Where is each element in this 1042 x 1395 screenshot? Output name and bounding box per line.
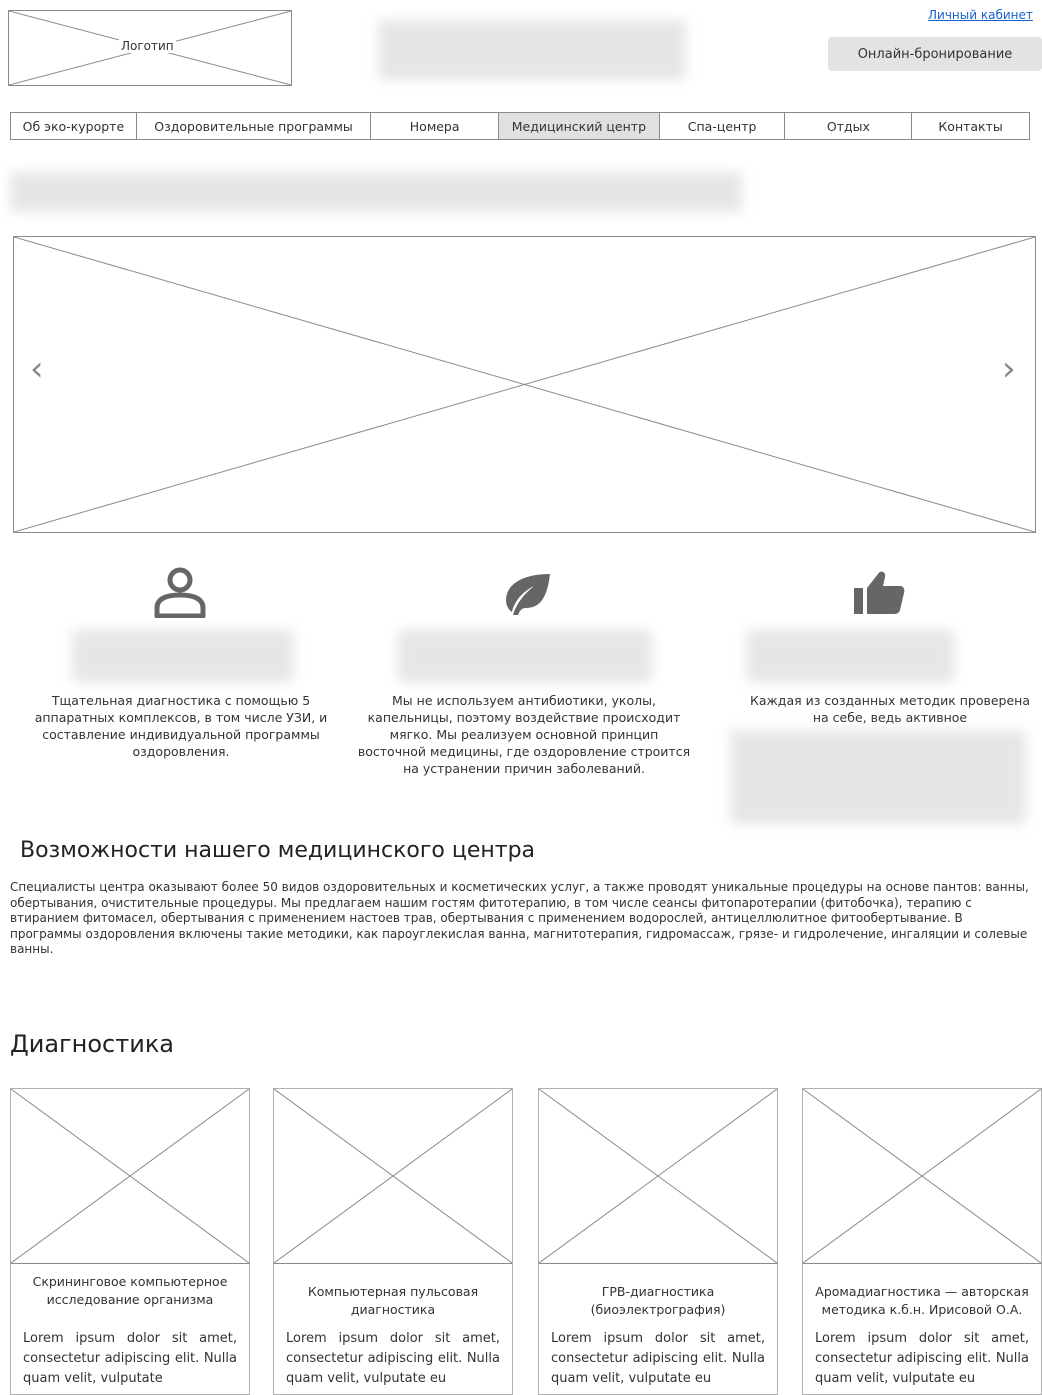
card-title: Компьютерная пульсовая диагностика bbox=[307, 1284, 479, 1317]
feature-text-soft-treatment: Мы не используем антибиотики, уколы, кап… bbox=[357, 693, 691, 776]
leaf-icon bbox=[506, 574, 550, 615]
feature-text-tested-methods: Каждая из созданных методик проверена на… bbox=[750, 693, 1030, 725]
nav-item-leisure[interactable]: Отдых bbox=[785, 113, 913, 139]
feature-title-blurred-1 bbox=[72, 630, 294, 682]
diagnostic-card[interactable]: Скрининговое компьютерное исследование о… bbox=[10, 1088, 250, 1395]
image-placeholder-icon bbox=[274, 1089, 512, 1263]
image-placeholder-icon bbox=[539, 1089, 777, 1263]
nav-item-spa[interactable]: Спа-центр bbox=[660, 113, 786, 139]
card-image-placeholder bbox=[803, 1089, 1041, 1264]
hero-slider: ‹ › bbox=[13, 236, 1036, 533]
card-title: Аромадиагностика — авторская методика к.… bbox=[815, 1284, 1029, 1317]
nav-item-label: Спа-центр bbox=[687, 118, 757, 134]
logo-placeholder[interactable]: Логотип bbox=[8, 10, 292, 86]
nav-item-label: Медицинский центр bbox=[511, 118, 647, 134]
nav-item-label: Номера bbox=[409, 118, 460, 134]
diagnostic-card[interactable]: ГРВ-диагностика (биоэлектрография) Lorem… bbox=[538, 1088, 778, 1395]
slider-prev-arrow[interactable]: ‹ bbox=[30, 352, 44, 386]
feature-title-blurred-3 bbox=[746, 630, 954, 682]
card-title: Скрининговое компьютерное исследование о… bbox=[32, 1274, 228, 1307]
nav-item-programs[interactable]: Оздоровительные программы bbox=[137, 113, 372, 139]
image-placeholder-icon bbox=[803, 1089, 1041, 1263]
feature-text-blurred-3 bbox=[730, 730, 1026, 824]
card-body: Lorem ipsum dolor sit amet, consectetur … bbox=[551, 1331, 765, 1386]
nav-item-contacts[interactable]: Контакты bbox=[912, 113, 1029, 139]
user-icon bbox=[154, 567, 206, 618]
nav-item-label: Оздоровительные программы bbox=[154, 118, 353, 134]
account-link[interactable]: Личный кабинет bbox=[928, 8, 1033, 22]
card-body: Lorem ipsum dolor sit amet, consectetur … bbox=[815, 1331, 1029, 1386]
capabilities-title: Возможности нашего медицинского центра bbox=[20, 838, 536, 863]
image-placeholder-icon bbox=[14, 237, 1035, 532]
slider-next-arrow[interactable]: › bbox=[1002, 352, 1016, 386]
main-navigation: Об эко-курорте Оздоровительные программы… bbox=[10, 112, 1030, 140]
card-body: Lorem ipsum dolor sit amet, consectetur … bbox=[286, 1331, 500, 1386]
diagnostic-card[interactable]: Компьютерная пульсовая диагностика Lorem… bbox=[273, 1088, 513, 1395]
card-image-placeholder bbox=[539, 1089, 777, 1264]
card-title: ГРВ-диагностика (биоэлектрография) bbox=[590, 1284, 726, 1317]
nav-item-medical-center[interactable]: Медицинский центр bbox=[499, 113, 660, 139]
header-blurred-region bbox=[378, 20, 686, 80]
card-image-placeholder bbox=[274, 1089, 512, 1264]
nav-item-rooms[interactable]: Номера bbox=[371, 113, 500, 139]
capabilities-text: Специалисты центра оказывают более 50 ви… bbox=[10, 880, 1029, 956]
feature-title-blurred-2 bbox=[398, 630, 652, 682]
logo-text: Логотип bbox=[119, 39, 176, 53]
feature-text-diagnostics: Тщательная диагностика с помощью 5 аппар… bbox=[34, 693, 328, 759]
online-booking-button[interactable]: Онлайн-бронирование bbox=[828, 37, 1042, 71]
diagnostic-card[interactable]: Аромадиагностика — авторская методика к.… bbox=[802, 1088, 1042, 1395]
nav-item-label: Контакты bbox=[938, 118, 1003, 134]
nav-item-label: Об эко-курорте bbox=[22, 118, 125, 134]
page-heading-blurred bbox=[10, 172, 742, 212]
nav-item-about[interactable]: Об эко-курорте bbox=[11, 113, 137, 139]
nav-item-label: Отдых bbox=[826, 118, 870, 134]
diagnostics-title: Диагностика bbox=[10, 1030, 175, 1058]
thumbs-up-icon bbox=[854, 571, 905, 614]
card-body: Lorem ipsum dolor sit amet, consectetur … bbox=[23, 1331, 237, 1386]
card-image-placeholder bbox=[11, 1089, 249, 1264]
image-placeholder-icon bbox=[11, 1089, 249, 1263]
